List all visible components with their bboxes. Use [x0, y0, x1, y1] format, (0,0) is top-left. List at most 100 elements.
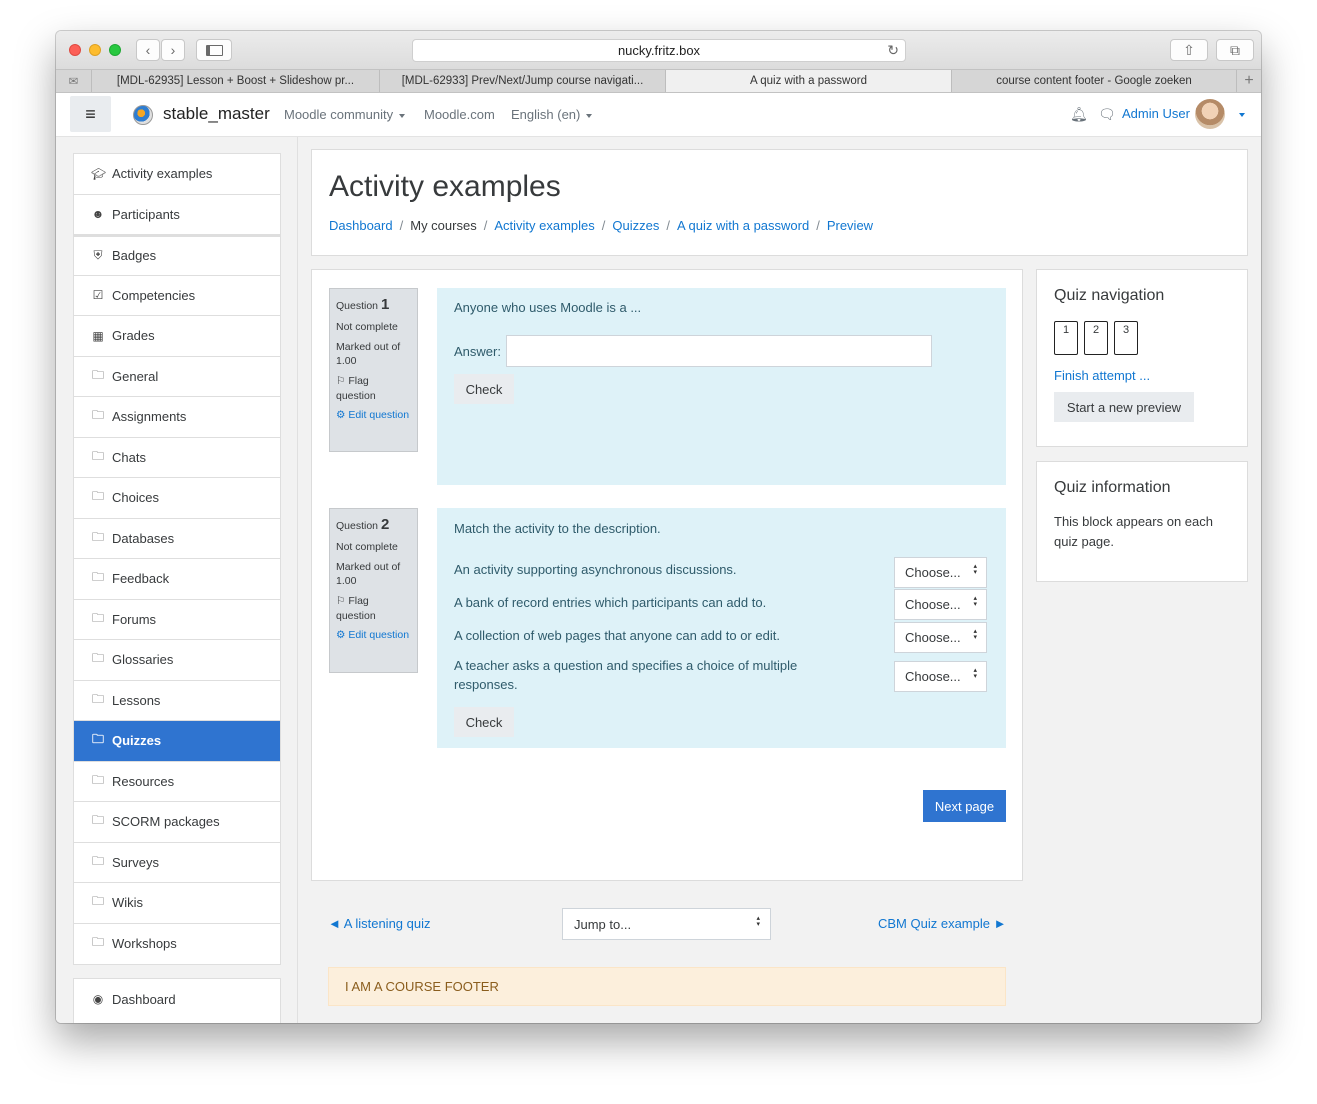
- match-stem: A bank of record entries which participa…: [454, 595, 767, 610]
- block-text: This block appears on each quiz page.: [1054, 514, 1213, 549]
- sidebar-item-label: Databases: [112, 530, 175, 546]
- tab-label: course content footer - Google zoeken: [996, 75, 1192, 87]
- breadcrumb-preview[interactable]: Preview: [827, 218, 873, 233]
- quiz-navigation-block: Quiz navigation 1 2 3 Finish attempt ...…: [1036, 269, 1248, 447]
- tab-mdl-62933[interactable]: [MDL-62933] Prev/Next/Jump course naviga…: [380, 70, 666, 92]
- folder-icon: 🗀︎: [91, 448, 104, 463]
- sidebar-item-lessons[interactable]: 🗀︎ Lessons: [74, 681, 280, 721]
- edit-question-link[interactable]: ⚙ Edit question: [336, 628, 411, 643]
- check-square-icon: ☑: [92, 288, 104, 303]
- site-name[interactable]: stable_master: [163, 104, 270, 124]
- graduation-cap-icon: 🎓︎: [91, 166, 107, 181]
- users-icon: ☻: [91, 207, 105, 222]
- sidebar-item-grades[interactable]: ▦ Grades: [74, 316, 280, 357]
- tab-google-search[interactable]: course content footer - Google zoeken: [952, 70, 1237, 92]
- sidebar-item-workshops[interactable]: 🗀︎ Workshops: [74, 924, 280, 965]
- start-new-preview-button[interactable]: Start a new preview: [1054, 392, 1194, 422]
- sidebar-item-quizzes[interactable]: 🗀︎ Quizzes: [74, 721, 280, 762]
- sidebar-item-label: Workshops: [112, 936, 177, 952]
- sidebar-item-wikis[interactable]: 🗀︎ Wikis: [74, 883, 280, 924]
- sidebar-item-activity-examples[interactable]: 🎓︎ Activity examples: [74, 154, 280, 195]
- moodle-com-link[interactable]: Moodle.com: [424, 107, 495, 122]
- close-window-button[interactable]: [69, 44, 81, 56]
- share-button[interactable]: ⇧: [1170, 39, 1208, 61]
- finish-attempt-link[interactable]: Finish attempt ...: [1054, 368, 1150, 383]
- page-area: 🎓︎ Activity examples ☻ Participants ⛨ Badge…: [56, 137, 1261, 1023]
- sidebar-item-forums[interactable]: 🗀︎ Forums: [74, 600, 280, 640]
- flag-question-toggle[interactable]: ⚐ Flag question: [336, 594, 411, 623]
- flag-question-toggle[interactable]: ⚐ Flag question: [336, 374, 411, 403]
- notifications-bell-icon[interactable]: 🔔︎: [1070, 106, 1088, 123]
- drawer-toggle-button[interactable]: ≡: [70, 96, 111, 132]
- sidebar-item-resources[interactable]: 🗀︎ Resources: [74, 762, 280, 802]
- title-bar: ‹ › nucky.fritz.box ↻ ⇧ ⧉: [56, 31, 1261, 69]
- jump-to-select[interactable]: Jump to...: [562, 908, 771, 940]
- breadcrumb-quizzes[interactable]: Quizzes: [612, 218, 659, 233]
- folder-icon: 🗀︎: [91, 853, 104, 868]
- sidebar-item-databases[interactable]: 🗀︎ Databases: [74, 519, 280, 559]
- quiz-nav-question-1[interactable]: 1: [1054, 321, 1078, 355]
- next-page-button[interactable]: Next page: [923, 790, 1006, 822]
- sidebar-item-assignments[interactable]: 🗀︎ Assignments: [74, 397, 280, 438]
- tab-mdl-62935[interactable]: [MDL-62935] Lesson + Boost + Slideshow p…: [92, 70, 380, 92]
- new-tab-button[interactable]: +: [1237, 70, 1261, 92]
- sidebar-item-competencies[interactable]: ☑ Competencies: [74, 276, 280, 316]
- match-select[interactable]: Choose...: [894, 622, 987, 653]
- sidebar-item-glossaries[interactable]: 🗀︎ Glossaries: [74, 640, 280, 681]
- quiz-nav-question-3[interactable]: 3: [1114, 321, 1138, 355]
- tab-mail[interactable]: ✉: [56, 70, 92, 92]
- quiz-information-block: Quiz information This block appears on e…: [1036, 461, 1248, 582]
- sidebar-item-general[interactable]: 🗀︎ General: [74, 357, 280, 397]
- sidebar-item-participants[interactable]: ☻ Participants: [74, 195, 280, 235]
- sidebar-item-label: Feedback: [112, 571, 170, 587]
- reload-icon[interactable]: ↻: [887, 42, 899, 59]
- site-logo[interactable]: [133, 105, 153, 125]
- forward-button[interactable]: ›: [161, 39, 185, 61]
- sidebar-item-label: Surveys: [112, 854, 159, 870]
- table-icon: ▦: [92, 328, 104, 343]
- match-select[interactable]: Choose...: [894, 557, 987, 588]
- breadcrumb-activity-examples[interactable]: Activity examples: [494, 218, 594, 233]
- zoom-window-button[interactable]: [109, 44, 121, 56]
- back-button[interactable]: ‹: [136, 39, 160, 61]
- sidebar-item-choices[interactable]: 🗀︎ Choices: [74, 478, 280, 519]
- sidebar-item-badges[interactable]: ⛨ Badges: [74, 235, 280, 276]
- breadcrumb-quiz[interactable]: A quiz with a password: [677, 218, 809, 233]
- sidebar-item-scorm-packages[interactable]: 🗀︎ SCORM packages: [74, 802, 280, 843]
- answer-input[interactable]: [506, 335, 932, 367]
- next-activity-link[interactable]: CBM Quiz example ►: [878, 916, 1006, 931]
- language-menu[interactable]: English (en): [511, 107, 592, 122]
- match-select[interactable]: Choose...: [894, 661, 987, 692]
- tab-label: [MDL-62933] Prev/Next/Jump course naviga…: [401, 75, 644, 87]
- messages-chat-icon[interactable]: 🗨︎: [1098, 106, 1116, 123]
- folder-icon: 🗀︎: [91, 529, 104, 544]
- minimize-window-button[interactable]: [89, 44, 101, 56]
- sidebar-item-label: General: [112, 368, 159, 384]
- nav-drawer: 🎓︎ Activity examples ☻ Participants ⛨ Badge…: [56, 137, 298, 1023]
- user-menu-caret-icon[interactable]: [1239, 113, 1245, 117]
- match-stem: A teacher asks a question and specifies …: [454, 658, 798, 692]
- course-nav-list: 🎓︎ Activity examples ☻ Participants ⛨ Badge…: [73, 153, 281, 965]
- address-bar[interactable]: nucky.fritz.box ↻: [412, 39, 906, 62]
- sidebar-item-chats[interactable]: 🗀︎ Chats: [74, 438, 280, 478]
- sidebar-item-feedback[interactable]: 🗀︎ Feedback: [74, 559, 280, 600]
- prev-activity-link[interactable]: ◄ A listening quiz: [328, 916, 430, 931]
- breadcrumb-dashboard[interactable]: Dashboard: [329, 218, 393, 233]
- avatar[interactable]: [1195, 99, 1225, 129]
- check-button[interactable]: Check: [454, 374, 514, 404]
- hamburger-icon: ≡: [85, 103, 96, 124]
- tab-quiz-password[interactable]: A quiz with a password: [666, 70, 952, 92]
- edit-question-link[interactable]: ⚙ Edit question: [336, 408, 411, 423]
- sidebar-item-label: Resources: [112, 773, 175, 789]
- user-menu-name[interactable]: Admin User: [1122, 106, 1190, 121]
- sidebar-item-surveys[interactable]: 🗀︎ Surveys: [74, 843, 280, 883]
- check-button[interactable]: Check: [454, 707, 514, 737]
- page-header: Activity examples Dashboard / My courses /…: [311, 149, 1248, 256]
- tab-overview-button[interactable]: ⧉: [1216, 39, 1254, 61]
- moodle-community-menu[interactable]: Moodle community: [284, 107, 405, 122]
- quiz-nav-question-2[interactable]: 2: [1084, 321, 1108, 355]
- sidebar-item-dashboard[interactable]: ◉ Dashboard: [74, 979, 280, 1020]
- chevron-left-icon: ‹: [145, 42, 151, 58]
- sidebar-toggle-button[interactable]: [196, 39, 232, 61]
- match-select[interactable]: Choose...: [894, 589, 987, 620]
